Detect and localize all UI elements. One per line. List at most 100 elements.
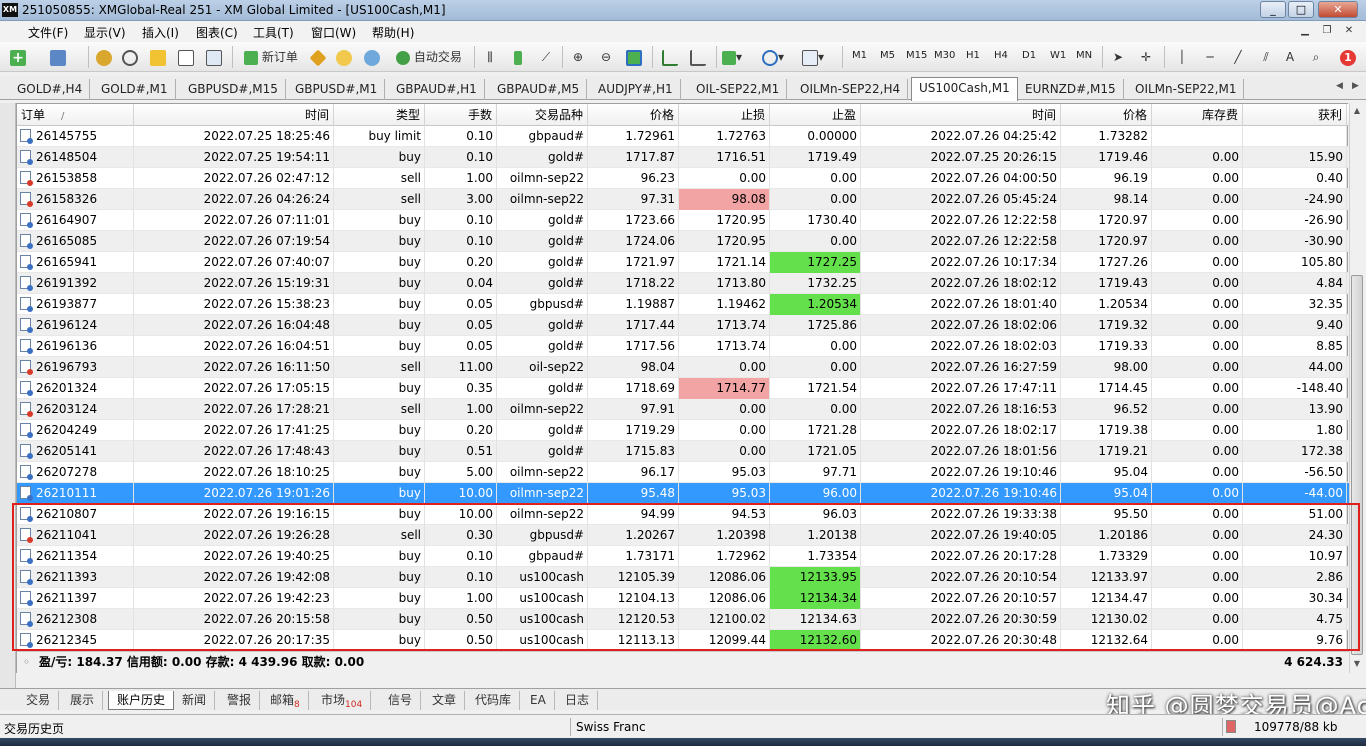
timeframe-mn[interactable]: MN (1076, 50, 1092, 61)
vertical-line-icon[interactable]: │ (1172, 47, 1192, 67)
maximize-button[interactable]: □ (1288, 1, 1314, 18)
column-header[interactable]: 时间 (861, 104, 1061, 126)
terminal-tab[interactable]: 交易 (18, 691, 60, 710)
table-row[interactable]: 26210807 2022.07.26 19:16:15 buy 10.00 oilmn… (17, 504, 1349, 525)
column-header[interactable]: 止损 (679, 104, 770, 126)
chart-tab[interactable]: GOLD#,H4 (10, 79, 91, 100)
chart-tab[interactable]: GBPUSD#,M1 (288, 79, 386, 100)
terminal-icon[interactable] (176, 47, 196, 67)
channel-icon[interactable]: ⫽ (1256, 47, 1276, 67)
close-button[interactable]: ✕ (1318, 1, 1358, 18)
terminal-tab[interactable]: 账户历史 (108, 691, 175, 710)
table-row[interactable]: 26211041 2022.07.26 19:26:28 sell 0.30 gbpus… (17, 525, 1349, 546)
chart-tab[interactable]: AUDJPY#,H1 (591, 79, 681, 100)
table-row[interactable]: 26212308 2022.07.26 20:15:58 buy 0.50 us100c… (17, 609, 1349, 630)
terminal-tab[interactable]: 文章 (424, 691, 466, 710)
table-row[interactable]: 26158326 2022.07.26 04:26:24 sell 3.00 oilmn… (17, 189, 1349, 210)
table-row[interactable]: 26153858 2022.07.26 02:47:12 sell 1.00 oilmn… (17, 168, 1349, 189)
meta-editor-icon[interactable] (308, 47, 328, 67)
chart-tab[interactable]: OILMn-SEP22,H4 (793, 79, 909, 100)
chart-tab[interactable]: GBPAUD#,H1 (389, 79, 485, 100)
terminal-tab[interactable]: 市场104 (313, 691, 372, 710)
text-tool-icon[interactable]: A (1280, 47, 1300, 67)
minimize-button[interactable]: _ (1260, 1, 1286, 18)
crosshair-icon[interactable]: ✛ (1136, 47, 1156, 67)
profiles-icon[interactable] (48, 47, 68, 67)
menu-view[interactable]: 显示(V) (84, 24, 126, 41)
line-chart-icon[interactable]: ⟋ (536, 47, 556, 67)
table-row[interactable]: 26212345 2022.07.26 20:17:35 buy 0.50 us100c… (17, 630, 1349, 651)
search-icon[interactable]: ⌕ (1306, 47, 1326, 67)
mdi-close-button[interactable]: ✕ (1340, 23, 1358, 39)
timeframe-w1[interactable]: W1 (1050, 50, 1066, 61)
column-header[interactable]: 价格 (588, 104, 679, 126)
chart-shift-icon[interactable] (688, 47, 708, 67)
tabs-scroll-left-icon[interactable]: ◀ (1336, 81, 1343, 91)
strategy-tester-icon[interactable] (204, 47, 224, 67)
autoscroll-icon[interactable] (660, 47, 680, 67)
vertical-scrollbar[interactable]: ▲ ▼ (1349, 103, 1364, 673)
table-row[interactable]: 26201324 2022.07.26 17:05:15 buy 0.35 gold# 1… (17, 378, 1349, 399)
scroll-down-icon[interactable]: ▼ (1350, 656, 1364, 672)
data-window-icon[interactable] (148, 47, 168, 67)
terminal-tab[interactable]: 代码库 (467, 691, 521, 710)
table-row[interactable]: 26211393 2022.07.26 19:42:08 buy 0.10 us100c… (17, 567, 1349, 588)
zoom-out-icon[interactable]: ⊖ (596, 47, 616, 67)
timeframe-m15[interactable]: M15 (906, 50, 927, 61)
terminal-tab[interactable]: 警报 (219, 691, 261, 710)
menu-insert[interactable]: 插入(I) (142, 24, 179, 41)
terminal-tab[interactable]: 信号 (380, 691, 422, 710)
column-header[interactable]: 类型 (334, 104, 425, 126)
navigator-icon[interactable] (120, 47, 140, 67)
indicators-icon[interactable]: ▾ (722, 47, 742, 67)
new-order-button[interactable]: 新订单 (240, 47, 302, 67)
table-row[interactable]: 26205141 2022.07.26 17:48:43 buy 0.51 gold# 1… (17, 441, 1349, 462)
timeframe-m5[interactable]: M5 (880, 50, 895, 61)
column-header[interactable]: 订单 / (17, 104, 134, 126)
terminal-tab[interactable]: 展示 (62, 691, 104, 710)
timeframe-d1[interactable]: D1 (1022, 50, 1036, 61)
table-row[interactable]: 26204249 2022.07.26 17:41:25 buy 0.20 gold# 1… (17, 420, 1349, 441)
table-row[interactable]: 26165085 2022.07.26 07:19:54 buy 0.10 gold# 1… (17, 231, 1349, 252)
table-row[interactable]: 26193877 2022.07.26 15:38:23 buy 0.05 gbpusd… (17, 294, 1349, 315)
column-header[interactable]: 库存费 (1152, 104, 1243, 126)
scroll-thumb[interactable] (1351, 275, 1363, 655)
column-header[interactable]: 止盈 (770, 104, 861, 126)
tile-windows-icon[interactable] (624, 47, 644, 67)
menu-help[interactable]: 帮助(H) (372, 24, 414, 41)
tabs-scroll-right-icon[interactable]: ▶ (1352, 81, 1359, 91)
signals-icon[interactable] (334, 47, 354, 67)
table-row[interactable]: 26210111 2022.07.26 19:01:26 buy 10.00 oilmn… (17, 483, 1349, 504)
chart-tab[interactable]: EURNZD#,M15 (1018, 79, 1124, 100)
terminal-tab[interactable]: 邮箱8 (262, 691, 309, 710)
table-row[interactable]: 26191392 2022.07.26 15:19:31 buy 0.04 gold# 1… (17, 273, 1349, 294)
table-row[interactable]: 26196793 2022.07.26 16:11:50 sell 11.00 oil-… (17, 357, 1349, 378)
timeframe-m30[interactable]: M30 (934, 50, 955, 61)
auto-trading-button[interactable]: 自动交易 (390, 47, 468, 67)
cursor-icon[interactable]: ➤ (1108, 47, 1128, 67)
market-watch-icon[interactable] (94, 47, 114, 67)
column-header[interactable]: 手数 (425, 104, 497, 126)
terminal-tab[interactable]: EA (522, 691, 555, 710)
table-row[interactable]: 26145755 2022.07.25 18:25:46 buy limit 0.10… (17, 126, 1349, 147)
timeframe-h1[interactable]: H1 (966, 50, 980, 61)
column-header[interactable]: 交易品种 (497, 104, 588, 126)
menu-file[interactable]: 文件(F) (28, 24, 68, 41)
scroll-up-icon[interactable]: ▲ (1350, 103, 1364, 119)
templates-icon[interactable]: ▾ (802, 47, 824, 67)
chart-tab[interactable]: GOLD#,M1 (94, 79, 176, 100)
chart-tab[interactable]: GBPAUD#,M5 (490, 79, 588, 100)
table-row[interactable]: 26211397 2022.07.26 19:42:23 buy 1.00 us100c… (17, 588, 1349, 609)
menu-window[interactable]: 窗口(W) (311, 24, 356, 41)
timeframe-h4[interactable]: H4 (994, 50, 1008, 61)
mdi-minimize-button[interactable]: ▁ (1296, 23, 1314, 39)
chart-tab[interactable]: GBPUSD#,M15 (181, 79, 286, 100)
table-row[interactable]: 26148504 2022.07.25 19:54:11 buy 0.10 gold# 1… (17, 147, 1349, 168)
table-row[interactable]: 26164907 2022.07.26 07:11:01 buy 0.10 gold# 1… (17, 210, 1349, 231)
new-chart-icon[interactable]: + (8, 47, 28, 67)
column-header[interactable]: 获利 (1243, 104, 1347, 126)
chart-tab[interactable]: US100Cash,M1 (911, 77, 1018, 101)
column-header[interactable]: 时间 (134, 104, 334, 126)
community-icon[interactable] (362, 47, 382, 67)
table-row[interactable]: 26207278 2022.07.26 18:10:25 buy 5.00 oilmn-… (17, 462, 1349, 483)
